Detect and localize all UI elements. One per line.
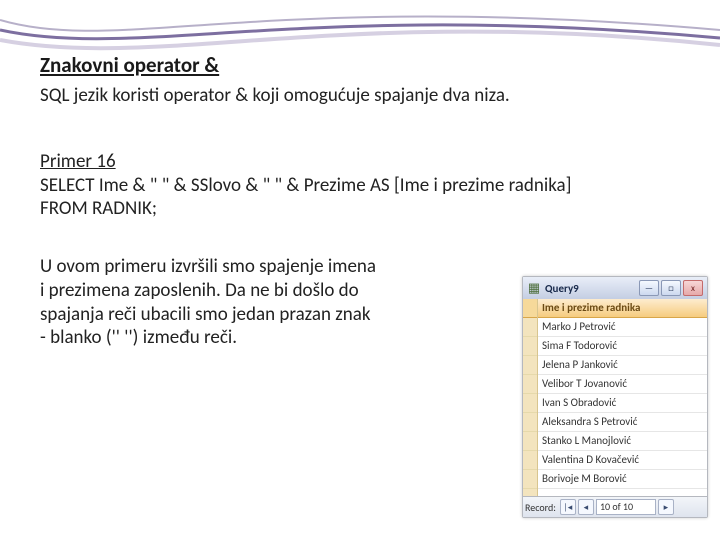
table-row[interactable]: Sima F Todorović [538, 337, 707, 356]
column-header[interactable]: Ime i prezime radnika [538, 299, 707, 318]
sql-line-2: FROM RADNIK; [40, 197, 157, 220]
record-label: Record: [525, 501, 556, 514]
window-title: Query9 [545, 282, 637, 295]
table-row[interactable]: Valentina D Kovačević [538, 451, 707, 470]
record-navigator: Record: |◂ ◂ 10 of 10 ▸ [523, 496, 707, 517]
sql-line-1: SELECT Ime & " " & SSlovo & " " & Prezim… [40, 174, 571, 197]
table-row[interactable]: Jelena P Janković [538, 356, 707, 375]
intro-text: SQL jezik koristi operator & koji omoguć… [40, 84, 680, 108]
explain-line-4: - blanko ('' '') između reči. [40, 326, 237, 349]
nav-first-button[interactable]: |◂ [560, 499, 576, 515]
nav-next-button[interactable]: ▸ [658, 499, 674, 515]
nav-prev-button[interactable]: ◂ [578, 499, 594, 515]
table-row[interactable]: Stanko L Manojlović [538, 432, 707, 451]
result-column: Ime i prezime radnika Marko J Petrović S… [538, 299, 707, 497]
close-button[interactable]: x [683, 280, 703, 296]
table-row[interactable]: Borivoje M Borović [538, 470, 707, 489]
minimize-button[interactable]: — [639, 280, 659, 296]
explain-line-3: spajanja reči ubacili smo jedan prazan z… [40, 303, 370, 326]
table-row[interactable]: Aleksandra S Petrović [538, 413, 707, 432]
decorative-swoosh [0, 0, 720, 60]
slide-title: Znakovni operator & [40, 52, 680, 78]
query-result-window: ▦ Query9 — □ x Ime i prezime radnika Mar… [522, 276, 708, 518]
nav-position-field[interactable]: 10 of 10 [596, 499, 656, 515]
row-selector-column [523, 299, 538, 497]
explain-line-2: i prezimena zaposlenih. Da ne bi došlo d… [40, 279, 359, 302]
table-row[interactable]: Velibor T Jovanović [538, 375, 707, 394]
restore-button[interactable]: □ [661, 280, 681, 296]
example-label: Primer 16 [40, 150, 116, 173]
window-titlebar[interactable]: ▦ Query9 — □ x [523, 277, 707, 300]
explain-line-1: U ovom primeru izvršili smo spajenje ime… [40, 255, 376, 278]
datasheet-icon: ▦ [527, 281, 541, 295]
table-row[interactable]: Ivan S Obradović [538, 394, 707, 413]
table-row[interactable]: Marko J Petrović [538, 318, 707, 337]
